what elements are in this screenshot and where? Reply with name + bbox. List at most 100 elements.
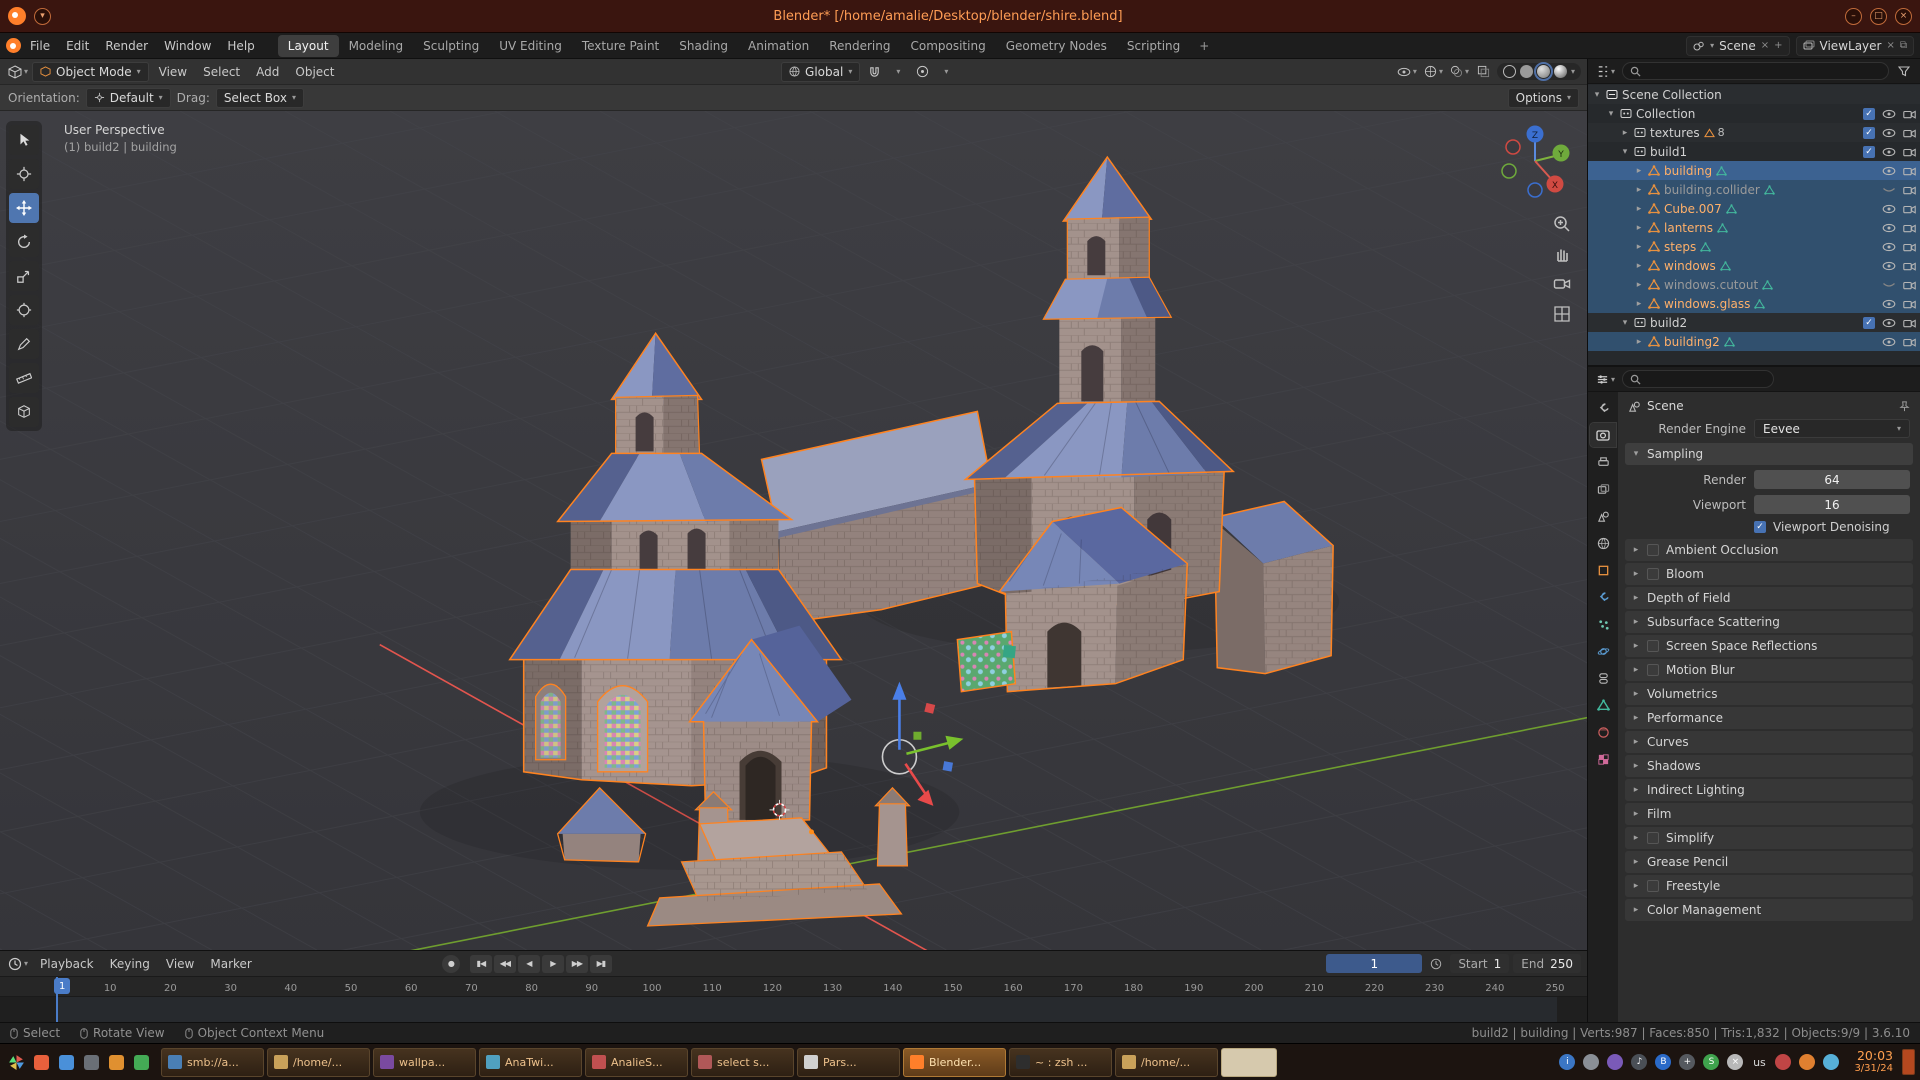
- texture-plane[interactable]: [957, 632, 1016, 692]
- outliner-search-input[interactable]: [1622, 62, 1889, 80]
- section-checkbox[interactable]: [1647, 568, 1659, 580]
- outliner-item-label[interactable]: building: [1664, 164, 1712, 178]
- start-frame-field[interactable]: Start1: [1450, 954, 1509, 973]
- camera-view-icon[interactable]: [1553, 275, 1571, 293]
- taskbar-window-button[interactable]: /home/...: [267, 1048, 370, 1077]
- taskbar-window-button[interactable]: smb://a...: [161, 1048, 264, 1077]
- outliner-editor-type-button[interactable]: ▾: [1594, 61, 1617, 81]
- outliner-item-label[interactable]: Collection: [1636, 107, 1695, 121]
- workspace-tab[interactable]: Scripting: [1117, 35, 1190, 57]
- taskbar-window-button[interactable]: select s...: [691, 1048, 794, 1077]
- viewport-menu-item[interactable]: Select: [195, 62, 248, 82]
- properties-section-header[interactable]: ▸ Freestyle: [1625, 875, 1913, 897]
- viewport-menu-item[interactable]: Add: [248, 62, 287, 82]
- tool-scale[interactable]: [9, 261, 39, 291]
- properties-section-header[interactable]: ▸ Depth of Field: [1625, 587, 1913, 609]
- workspace-tab[interactable]: Compositing: [900, 35, 995, 57]
- tab-particles[interactable]: [1590, 612, 1616, 636]
- visibility-eye-icon[interactable]: [1882, 204, 1896, 214]
- sampling-value-field[interactable]: 64: [1754, 470, 1910, 489]
- outliner-item-label[interactable]: Cube.007: [1664, 202, 1722, 216]
- properties-section-header[interactable]: ▸ Shadows: [1625, 755, 1913, 777]
- tray-icon[interactable]: i: [1559, 1054, 1575, 1070]
- shading-material-button[interactable]: [1537, 65, 1550, 78]
- tray-icon[interactable]: [1583, 1054, 1599, 1070]
- outliner-item-label[interactable]: windows.cutout: [1664, 278, 1758, 292]
- tab-output[interactable]: [1590, 450, 1616, 474]
- taskbar-window-button[interactable]: ~ : zsh ...: [1009, 1048, 1112, 1077]
- viewport-menu-item[interactable]: Object: [287, 62, 342, 82]
- denoising-checkbox[interactable]: ✓: [1754, 521, 1766, 533]
- gizmo-axis-y-neg[interactable]: [1502, 164, 1516, 178]
- editor-type-button[interactable]: ▾: [6, 62, 30, 82]
- section-checkbox[interactable]: [1647, 880, 1659, 892]
- tool-rotate[interactable]: [9, 227, 39, 257]
- viewlayer-unlink-icon[interactable]: ×: [1886, 40, 1894, 51]
- taskbar-window-button[interactable]: Blender...: [903, 1048, 1006, 1077]
- workspace-tab[interactable]: Sculpting: [413, 35, 489, 57]
- autokey-record-button[interactable]: ●: [442, 955, 460, 973]
- viewport-3d[interactable]: User Perspective (1) build2 | building: [0, 111, 1587, 950]
- launcher-icon[interactable]: [105, 1051, 127, 1073]
- properties-search-input[interactable]: [1622, 370, 1774, 388]
- sampling-value-field[interactable]: 16: [1754, 495, 1910, 514]
- tab-physics[interactable]: [1590, 639, 1616, 663]
- expand-closed-icon[interactable]: ▸: [1620, 128, 1630, 138]
- workspace-tab[interactable]: Geometry Nodes: [996, 35, 1117, 57]
- taskbar-window-button[interactable]: wallpa...: [373, 1048, 476, 1077]
- outliner-row[interactable]: ▸ windows.glass: [1588, 294, 1920, 313]
- render-camera-icon[interactable]: [1903, 261, 1916, 271]
- launcher-icon[interactable]: [30, 1051, 52, 1073]
- app-menu-item[interactable]: Render: [97, 36, 156, 56]
- taskbar-window-button[interactable]: Pars...: [797, 1048, 900, 1077]
- transport-button[interactable]: ▶: [542, 955, 564, 973]
- render-camera-icon[interactable]: [1903, 337, 1916, 347]
- tray-icon[interactable]: B: [1655, 1054, 1671, 1070]
- properties-editor-type-button[interactable]: ▾: [1594, 369, 1617, 389]
- outliner-row[interactable]: ▸ steps: [1588, 237, 1920, 256]
- tab-constraints[interactable]: [1590, 666, 1616, 690]
- visibility-eye-icon[interactable]: [1882, 223, 1896, 233]
- app-menu-button[interactable]: [5, 1051, 27, 1073]
- tray-icon[interactable]: [1775, 1054, 1791, 1070]
- timeline-playhead[interactable]: 1: [56, 977, 58, 1022]
- tab-modifiers[interactable]: [1590, 585, 1616, 609]
- section-checkbox[interactable]: [1647, 832, 1659, 844]
- frame-clock-icon[interactable]: [1426, 954, 1446, 974]
- render-camera-icon[interactable]: [1903, 223, 1916, 233]
- render-camera-icon[interactable]: [1903, 109, 1916, 119]
- render-camera-icon[interactable]: [1903, 147, 1916, 157]
- visibility-eye-icon[interactable]: [1882, 109, 1896, 119]
- tool-cursor[interactable]: [9, 159, 39, 189]
- transport-button[interactable]: ▶▮: [590, 955, 612, 973]
- render-camera-icon[interactable]: [1903, 318, 1916, 328]
- properties-section-header[interactable]: ▸ Ambient Occlusion: [1625, 539, 1913, 561]
- properties-section-header[interactable]: ▸ Volumetrics: [1625, 683, 1913, 705]
- show-desktop-button[interactable]: [1902, 1049, 1915, 1075]
- outliner-item-label[interactable]: building2: [1664, 335, 1720, 349]
- nav-gizmo[interactable]: Z Y X: [1493, 119, 1577, 203]
- launcher-icon[interactable]: [130, 1051, 152, 1073]
- outliner-row[interactable]: ▸ building2: [1588, 332, 1920, 351]
- outliner-item-label[interactable]: Scene Collection: [1622, 88, 1722, 102]
- tab-object-data[interactable]: [1590, 693, 1616, 717]
- render-camera-icon[interactable]: [1903, 280, 1916, 290]
- properties-section-header[interactable]: ▸ Screen Space Reflections: [1625, 635, 1913, 657]
- shading-wireframe-button[interactable]: [1503, 65, 1516, 78]
- section-checkbox[interactable]: [1647, 544, 1659, 556]
- render-camera-icon[interactable]: [1903, 299, 1916, 309]
- add-workspace-button[interactable]: +: [1191, 35, 1217, 57]
- properties-section-header[interactable]: ▸ Bloom: [1625, 563, 1913, 585]
- scene-unlink-icon[interactable]: ×: [1761, 40, 1769, 51]
- launcher-icon[interactable]: [55, 1051, 77, 1073]
- expand-closed-icon[interactable]: ▸: [1634, 337, 1644, 347]
- visibility-eye-icon[interactable]: [1882, 147, 1896, 157]
- expand-closed-icon[interactable]: ▸: [1634, 261, 1644, 271]
- properties-section-header[interactable]: ▸ Performance: [1625, 707, 1913, 729]
- transport-button[interactable]: ▮◀: [470, 955, 492, 973]
- workspace-tab[interactable]: Layout: [278, 35, 339, 57]
- tab-world[interactable]: [1590, 531, 1616, 555]
- current-frame-field[interactable]: 1: [1326, 954, 1422, 973]
- taskbar-window-button[interactable]: AnaTwi...: [479, 1048, 582, 1077]
- outliner-row[interactable]: ▸ windows.cutout: [1588, 275, 1920, 294]
